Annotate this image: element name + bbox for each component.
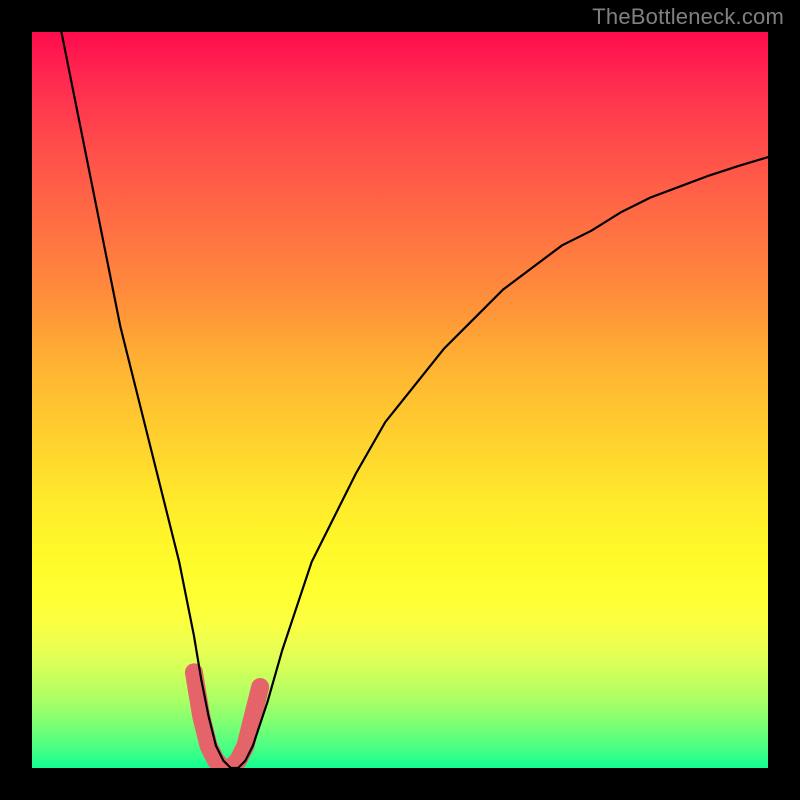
- bottleneck-curve-path: [61, 32, 768, 768]
- chart-svg: [32, 32, 768, 768]
- attribution-text: TheBottleneck.com: [592, 4, 784, 30]
- plot-area: [32, 32, 768, 768]
- optimal-zone-path: [194, 672, 260, 768]
